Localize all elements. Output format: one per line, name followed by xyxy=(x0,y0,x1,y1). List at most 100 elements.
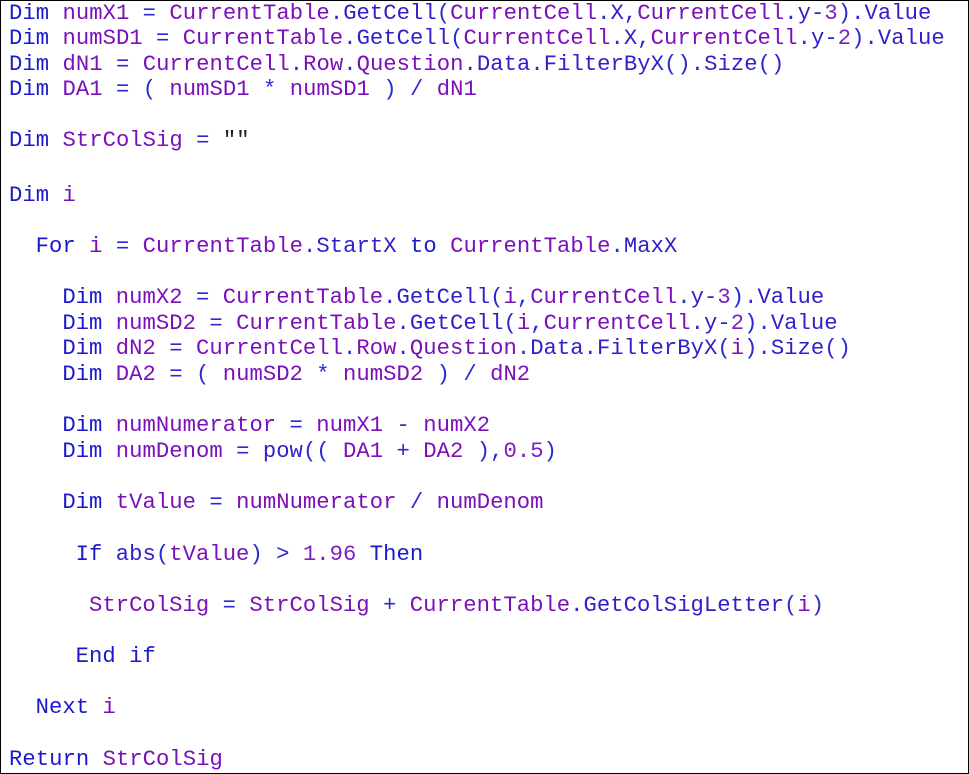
code-token: DA2 xyxy=(115,362,156,387)
code-token: ( xyxy=(717,336,731,361)
code-token: numSD1 xyxy=(289,77,370,102)
code-token: = ( xyxy=(102,77,170,102)
code-token: . xyxy=(610,234,624,259)
code-token: numSD1 xyxy=(62,26,143,51)
code-token: ). xyxy=(837,1,865,26)
code-token: = xyxy=(102,52,143,77)
code-token: Size xyxy=(704,52,758,77)
code-token: Dim xyxy=(9,183,50,208)
code-token: CurrentCell xyxy=(637,1,785,26)
code-token: ( xyxy=(784,593,798,618)
code-token: CurrentCell xyxy=(142,52,290,77)
code-token: if xyxy=(129,644,156,669)
code-token: y xyxy=(703,311,718,336)
code-token: 3 xyxy=(824,1,838,26)
code-token: Dim xyxy=(62,285,103,310)
code-token: GetColSigLetter xyxy=(583,593,785,618)
code-token: y xyxy=(797,1,812,26)
code-token: Row xyxy=(356,336,397,361)
code-token: Value xyxy=(770,311,838,336)
code-token: ( xyxy=(155,542,170,567)
code-token: numNumerator xyxy=(115,413,277,438)
code-token: StartX xyxy=(316,234,397,259)
code-token: GetCell xyxy=(343,1,437,26)
code-token: i xyxy=(503,285,517,310)
code-token: . xyxy=(610,26,624,51)
code-token: CurrentCell xyxy=(543,311,691,336)
code-line: Dim dN2 = CurrentCell.Row.Question.Data.… xyxy=(62,336,851,362)
code-token: - xyxy=(703,285,718,310)
code-token: = xyxy=(129,1,170,26)
code-token: CurrentTable xyxy=(236,311,397,336)
code-token: numSD2 xyxy=(115,311,196,336)
code-token: Data xyxy=(530,336,584,361)
code-token: CurrentTable xyxy=(409,593,571,618)
code-token: ( xyxy=(436,1,451,26)
code-token: CurrentTable xyxy=(222,285,384,310)
code-token: y xyxy=(811,26,825,51)
code-token: . xyxy=(343,26,357,51)
code-token: . xyxy=(329,1,344,26)
code-token: = xyxy=(142,26,183,51)
code-editor: Dim numX1 = CurrentTable.GetCell(Current… xyxy=(0,0,969,774)
code-token: - xyxy=(383,413,424,438)
code-token: tValue xyxy=(169,542,250,567)
code-line: End if xyxy=(76,644,156,670)
code-token: Dim xyxy=(9,52,50,77)
code-token: , xyxy=(637,26,651,51)
code-token: , xyxy=(530,311,544,336)
code-token: (). xyxy=(664,52,705,77)
code-token: Dim xyxy=(62,413,103,438)
code-line: StrColSig = StrColSig + CurrentTable.Get… xyxy=(89,593,824,619)
code-token: ( xyxy=(450,26,464,51)
code-token: . xyxy=(289,52,304,77)
code-token: CurrentCell xyxy=(196,336,344,361)
code-token: Question xyxy=(409,336,517,361)
code-line: Next i xyxy=(36,695,116,721)
code-token: ( xyxy=(490,285,504,310)
code-token: CurrentCell xyxy=(530,285,678,310)
code-token: . xyxy=(797,26,812,51)
code-token: CurrentCell xyxy=(650,26,798,51)
code-token: dN2 xyxy=(115,336,156,361)
code-token: . xyxy=(677,285,691,310)
code-token: numSD2 xyxy=(222,362,303,387)
code-token: Dim xyxy=(62,439,103,464)
code-token: , xyxy=(623,1,638,26)
code-token: ), xyxy=(463,439,504,464)
code-token: MaxX xyxy=(623,234,678,259)
code-token: . xyxy=(396,311,410,336)
code-line: Dim numSD1 = CurrentTable.GetCell(Curren… xyxy=(9,26,945,52)
code-token: . xyxy=(597,1,611,26)
code-token: - xyxy=(811,1,825,26)
code-token: dN1 xyxy=(436,77,477,102)
code-token: ). xyxy=(851,26,878,51)
code-token: = xyxy=(196,311,237,336)
code-token: For xyxy=(35,234,76,259)
code-token: . xyxy=(516,336,531,361)
code-line: Dim i xyxy=(9,183,76,209)
code-token: CurrentTable xyxy=(169,1,330,26)
code-token: GetCell xyxy=(396,285,491,310)
code-token: X xyxy=(610,1,624,26)
code-token: "" xyxy=(222,128,250,153)
code-token: = xyxy=(182,128,223,153)
code-token: StrColSig xyxy=(102,747,223,772)
code-token: numNumerator xyxy=(236,490,397,515)
code-token: CurrentTable xyxy=(142,234,304,259)
code-token: i xyxy=(62,183,76,208)
code-token: . xyxy=(530,52,544,77)
code-token: ) / xyxy=(423,362,491,387)
code-token: = xyxy=(155,336,197,361)
code-token: to xyxy=(409,234,437,259)
